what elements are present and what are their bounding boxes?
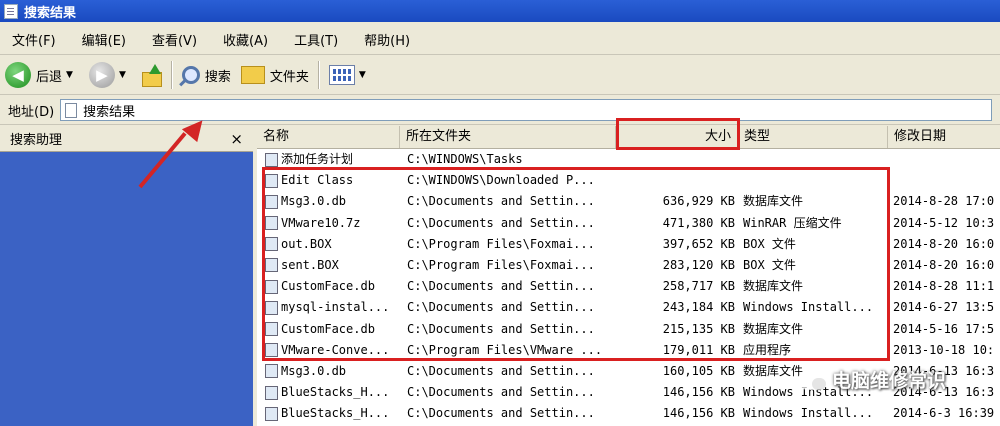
- window-doc-icon: [4, 3, 18, 19]
- menu-view[interactable]: 查看(V): [152, 30, 197, 49]
- file-icon: [265, 364, 278, 379]
- file-size: 160,105 KB: [625, 361, 735, 382]
- file-name: Msg3.0.db: [265, 361, 403, 382]
- back-label: 后退: [36, 69, 63, 85]
- back-arrow-icon: ◀: [5, 62, 31, 88]
- search-button[interactable]: 搜索: [177, 60, 236, 90]
- file-name-text: BlueStacks_H...: [281, 406, 390, 421]
- file-modified-text: 2014-5-16 17:5: [893, 321, 995, 336]
- file-icon: [265, 152, 278, 167]
- file-size-text: 160,105 KB: [662, 363, 735, 378]
- views-icon: [328, 65, 355, 85]
- views-dropdown-icon[interactable]: ▼: [359, 70, 366, 80]
- up-button[interactable]: [137, 60, 167, 90]
- table-row[interactable]: BlueStacks_H... C:\Documents and Settin..…: [257, 403, 1000, 424]
- file-name-text: BlueStacks_H...: [281, 385, 390, 400]
- up-folder-icon: [141, 64, 162, 87]
- file-modified-text: 2014-8-28 17:0: [893, 194, 995, 209]
- search-pane-header: 搜索助理 ×: [0, 126, 253, 152]
- views-button[interactable]: ▼: [324, 60, 377, 90]
- menu-tools[interactable]: 工具(T): [294, 30, 338, 49]
- search-pane-title: 搜索助理: [10, 133, 63, 148]
- folders-label: 文件夹: [269, 69, 309, 85]
- file-name-text: Msg3.0.db: [281, 363, 347, 378]
- file-modified: 2014-8-20 16:0: [893, 255, 1000, 276]
- watermark: 电脑维修常识: [798, 366, 946, 393]
- column-name[interactable]: 名称: [257, 126, 400, 148]
- forward-dropdown-icon[interactable]: ▼: [119, 70, 126, 80]
- search-results-icon: [65, 102, 78, 118]
- file-name: BlueStacks_H...: [265, 382, 403, 403]
- search-icon: [181, 66, 200, 84]
- file-type: Windows Install...: [743, 403, 885, 424]
- column-folder[interactable]: 所在文件夹: [400, 126, 616, 148]
- menu-file[interactable]: 文件(F): [12, 30, 56, 49]
- file-type-text: Windows Install...: [743, 406, 874, 421]
- file-modified: 2013-10-18 10:: [893, 340, 1000, 361]
- file-size: 146,156 KB: [625, 382, 735, 403]
- file-modified-text: 2014-5-12 10:3: [893, 215, 995, 230]
- menu-edit[interactable]: 编辑(E): [82, 30, 126, 49]
- toolbar-separator: [170, 61, 173, 89]
- file-folder: C:\Documents and Settin...: [407, 403, 622, 424]
- search-companion-pane: 搜索助理 ×: [0, 126, 253, 426]
- file-icon: [265, 406, 278, 421]
- file-modified: 2014-5-16 17:5: [893, 319, 1000, 340]
- file-folder: C:\Documents and Settin...: [407, 361, 622, 382]
- file-modified-text: 2013-10-18 10:: [893, 342, 995, 357]
- file-modified: 2014-8-28 17:0: [893, 191, 1000, 212]
- wechat-icon: [798, 369, 826, 390]
- file-modified-text: 2014-8-20 16:0: [893, 257, 995, 272]
- file-folder-text: C:\Documents and Settin...: [407, 406, 595, 421]
- file-size-text: 146,156 KB: [662, 385, 735, 400]
- file-modified-text: 2014-8-20 16:0: [893, 236, 995, 251]
- file-icon: [265, 385, 278, 400]
- watermark-text: 电脑维修常识: [832, 370, 947, 392]
- back-dropdown-icon[interactable]: ▼: [66, 70, 73, 80]
- file-size-text: 146,156 KB: [662, 406, 735, 421]
- file-name-text: 添加任务计划: [281, 152, 354, 166]
- menu-favorites[interactable]: 收藏(A): [223, 30, 268, 49]
- file-modified-text: 2014-6-27 13:5: [893, 300, 995, 315]
- size-column-highlight: [616, 118, 740, 150]
- file-modified: 2014-6-3 16:39: [893, 403, 1000, 424]
- file-name: BlueStacks_H...: [265, 403, 403, 424]
- title-bar: 搜索结果: [0, 0, 1000, 22]
- close-icon[interactable]: ×: [230, 130, 243, 148]
- forward-arrow-icon: ▶: [88, 62, 115, 88]
- large-files-highlight: [262, 167, 890, 361]
- back-button[interactable]: ◀ 后退 ▼: [0, 60, 84, 90]
- file-modified: 2014-8-28 11:1: [893, 276, 1000, 297]
- menu-bar: 文件(F) 编辑(E) 查看(V) 收藏(A) 工具(T) 帮助(H): [0, 24, 1000, 55]
- address-value: 搜索结果: [83, 104, 136, 120]
- address-label: 地址(D): [8, 104, 55, 120]
- column-modified[interactable]: 修改日期: [888, 126, 1000, 148]
- search-label: 搜索: [204, 69, 231, 85]
- forward-button[interactable]: ▶ ▼: [84, 60, 137, 90]
- menu-help[interactable]: 帮助(H): [364, 30, 410, 49]
- toolbar: ◀ 后退 ▼ ▶ ▼ 搜索 文件夹 ▼: [0, 56, 1000, 95]
- column-type[interactable]: 类型: [738, 126, 888, 148]
- file-folder: C:\Documents and Settin...: [407, 382, 622, 403]
- file-modified: 2014-6-27 13:5: [893, 297, 1000, 318]
- file-modified: 2014-8-20 16:0: [893, 234, 1000, 255]
- file-folder-text: C:\Documents and Settin...: [407, 385, 595, 400]
- window-title: 搜索结果: [24, 5, 77, 21]
- file-type-text: 数据库文件: [743, 363, 804, 378]
- file-folder-text: C:\WINDOWS\Tasks: [407, 152, 523, 166]
- file-modified-text: 2014-8-28 11:1: [893, 279, 995, 294]
- file-modified-text: 2014-6-3 16:39: [893, 406, 995, 421]
- address-bar: 地址(D) 搜索结果: [0, 96, 1000, 125]
- file-folder-text: C:\Documents and Settin...: [407, 363, 595, 378]
- toolbar-separator: [317, 61, 320, 89]
- file-size: 146,156 KB: [625, 403, 735, 424]
- folder-icon: [240, 66, 265, 84]
- folders-button[interactable]: 文件夹: [236, 60, 314, 90]
- file-modified: 2014-5-12 10:3: [893, 213, 1000, 234]
